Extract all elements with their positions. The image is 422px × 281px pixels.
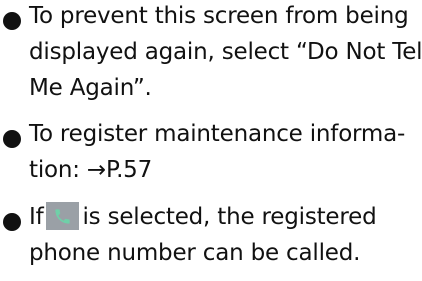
bullet-icon	[3, 213, 21, 231]
text-suffix: is selected, the registered	[82, 204, 377, 230]
text-line: displayed again, select “Do Not Tell	[29, 39, 422, 65]
phone-icon	[46, 202, 80, 230]
text-line: phone number can be called.	[29, 240, 361, 266]
bullet-icon	[3, 130, 21, 148]
bullet-icon	[3, 12, 21, 30]
text-line: tion: →P.57	[29, 157, 153, 183]
text-line: Me Again”.	[29, 75, 152, 101]
phone-glyph	[55, 209, 71, 224]
text-line: To prevent this screen from being	[29, 3, 409, 29]
text-line: If is selected, the registered	[29, 202, 377, 232]
text-line: To register maintenance informa-	[29, 121, 406, 147]
text-prefix: If	[29, 204, 44, 230]
